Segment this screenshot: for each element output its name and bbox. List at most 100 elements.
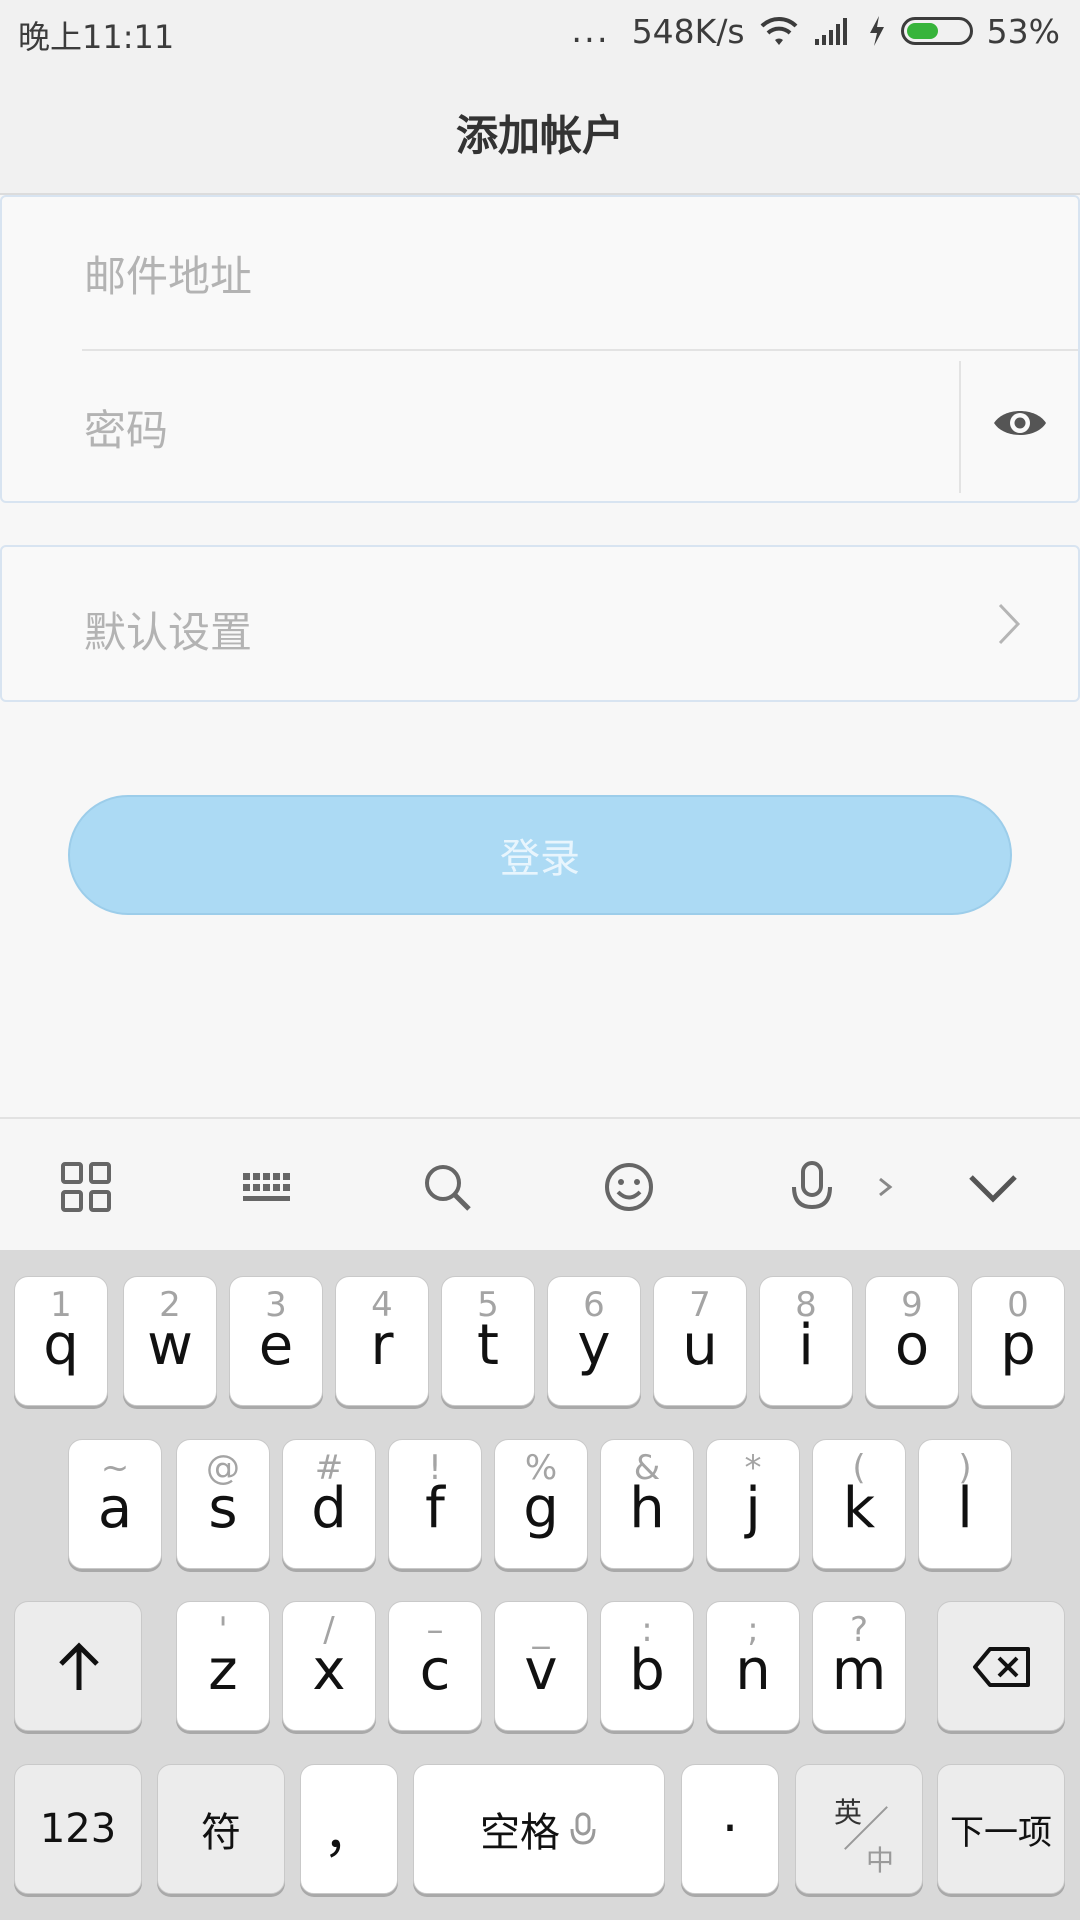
period-key-label: · xyxy=(721,1799,739,1859)
key-letter: d xyxy=(311,1476,347,1541)
battery-level xyxy=(906,23,939,39)
password-placeholder: 密码 xyxy=(84,406,169,455)
shift-key[interactable] xyxy=(14,1601,142,1731)
key-e[interactable]: 3e xyxy=(229,1276,323,1406)
key-g[interactable]: % g xyxy=(494,1439,588,1569)
key-letter: t xyxy=(477,1313,499,1378)
key-letter: y xyxy=(577,1313,611,1378)
microphone-icon[interactable] xyxy=(784,1159,840,1215)
language-switch-key[interactable]: 英 中 xyxy=(795,1764,923,1894)
space-key-label: 空格 xyxy=(480,1810,560,1856)
wifi-icon xyxy=(760,16,798,45)
key-letter: e xyxy=(258,1313,294,1378)
key-z[interactable]: ' z xyxy=(176,1601,270,1731)
key-s[interactable]: @ s xyxy=(176,1439,270,1569)
key-f[interactable]: ! f xyxy=(388,1439,482,1569)
key-c[interactable]: – c xyxy=(388,1601,482,1731)
small-chevron-right-icon xyxy=(879,1177,893,1197)
keyboard: 1q 2w 3e 4r 5t 6y 7u 8i 9o 0p ~ a @ s # d !… xyxy=(0,1250,1080,1920)
signal-icon xyxy=(814,18,847,45)
key-letter: v xyxy=(524,1638,558,1703)
key-o[interactable]: 9o xyxy=(865,1276,959,1406)
key-v[interactable]: _ v xyxy=(494,1601,588,1731)
chevron-right-icon xyxy=(998,603,1021,645)
key-letter: u xyxy=(682,1313,718,1378)
symbols-key-label: 符 xyxy=(201,1810,241,1856)
shift-arrow-up-icon xyxy=(59,1642,99,1690)
eye-divider xyxy=(959,361,961,493)
network-speed: 548K/s xyxy=(631,11,745,51)
page-title: 添加帐户 xyxy=(455,111,624,160)
period-key[interactable]: · xyxy=(681,1764,779,1894)
key-letter: g xyxy=(523,1476,559,1541)
backspace-key[interactable] xyxy=(937,1601,1065,1731)
key-x[interactable]: / x xyxy=(282,1601,376,1731)
next-field-key-label: 下一项 xyxy=(950,1812,1052,1853)
lang-chinese-label: 中 xyxy=(866,1844,895,1877)
key-letter: o xyxy=(894,1313,930,1378)
key-letter: a xyxy=(97,1476,133,1541)
login-button[interactable]: 登录 xyxy=(68,795,1012,915)
key-r[interactable]: 4r xyxy=(335,1276,429,1406)
key-letter: x xyxy=(312,1638,346,1703)
hide-keyboard-chevron-down-icon[interactable] xyxy=(965,1159,1021,1215)
next-field-key[interactable]: 下一项 xyxy=(937,1764,1065,1894)
space-key[interactable]: 空格 xyxy=(413,1764,665,1894)
key-n[interactable]: ; n xyxy=(706,1601,800,1731)
numbers-key[interactable]: 123 xyxy=(14,1764,142,1894)
search-icon[interactable] xyxy=(419,1159,475,1215)
key-k[interactable]: (k xyxy=(812,1439,906,1569)
key-letter: l xyxy=(957,1476,973,1541)
key-u[interactable]: 7u xyxy=(653,1276,747,1406)
account-form: 邮件地址 密码 xyxy=(0,195,1080,503)
lang-english-label: 英 xyxy=(834,1796,863,1829)
key-letter: j xyxy=(745,1476,761,1541)
key-j[interactable]: * j xyxy=(706,1439,800,1569)
key-letter: h xyxy=(629,1476,665,1541)
email-field[interactable]: 邮件地址 xyxy=(2,197,1080,350)
keyboard-toolbar xyxy=(0,1117,1080,1250)
key-i[interactable]: 8i xyxy=(759,1276,853,1406)
key-m[interactable]: ? m xyxy=(812,1601,906,1731)
key-letter: q xyxy=(43,1313,79,1378)
key-d[interactable]: # d xyxy=(282,1439,376,1569)
key-b[interactable]: :b xyxy=(600,1601,694,1731)
key-l[interactable]: ) l xyxy=(918,1439,1012,1569)
default-settings-row[interactable]: 默认设置 xyxy=(0,545,1080,702)
keyboard-layout-icon[interactable] xyxy=(237,1159,293,1215)
key-q[interactable]: 1q xyxy=(14,1276,108,1406)
battery-percent: 53% xyxy=(986,11,1060,51)
key-w[interactable]: 2w xyxy=(123,1276,217,1406)
key-letter: f xyxy=(425,1476,445,1541)
login-button-label: 登录 xyxy=(500,836,580,882)
status-right: ... 548K/s 53% xyxy=(571,10,1060,52)
key-letter: n xyxy=(735,1638,771,1703)
space-key-inner: 空格 xyxy=(480,1800,598,1858)
numbers-key-label: 123 xyxy=(39,1806,117,1852)
show-password-eye-icon[interactable] xyxy=(992,401,1048,445)
comma-key[interactable]: ， xyxy=(300,1764,398,1894)
default-settings-label: 默认设置 xyxy=(84,608,253,657)
key-letter: c xyxy=(419,1638,451,1703)
backspace-icon xyxy=(973,1647,1030,1687)
key-letter: b xyxy=(629,1638,665,1703)
status-bar: 晚上11:11 ... 548K/s 53% xyxy=(0,0,1080,62)
key-p[interactable]: 0p xyxy=(971,1276,1065,1406)
battery-icon xyxy=(900,17,973,45)
key-letter: i xyxy=(798,1313,814,1378)
emoji-icon[interactable] xyxy=(601,1159,657,1215)
key-y[interactable]: 6y xyxy=(547,1276,641,1406)
symbols-key[interactable]: 符 xyxy=(157,1764,285,1894)
key-h[interactable]: & h xyxy=(600,1439,694,1569)
notification-dots-icon: ... xyxy=(571,11,610,51)
password-field[interactable]: 密码 xyxy=(2,351,1080,504)
key-t[interactable]: 5t xyxy=(441,1276,535,1406)
grid-menu-icon[interactable] xyxy=(58,1159,114,1215)
status-time: 晚上11:11 xyxy=(18,18,175,56)
email-placeholder: 邮件地址 xyxy=(84,252,253,301)
screen: 晚上11:11 ... 548K/s 53% 添加帐户 邮件地址 密码 默认设置… xyxy=(0,0,1080,1920)
key-a[interactable]: ~ a xyxy=(68,1439,162,1569)
key-letter: s xyxy=(208,1476,238,1541)
header: 添加帐户 xyxy=(0,62,1080,195)
key-letter: r xyxy=(370,1313,394,1378)
